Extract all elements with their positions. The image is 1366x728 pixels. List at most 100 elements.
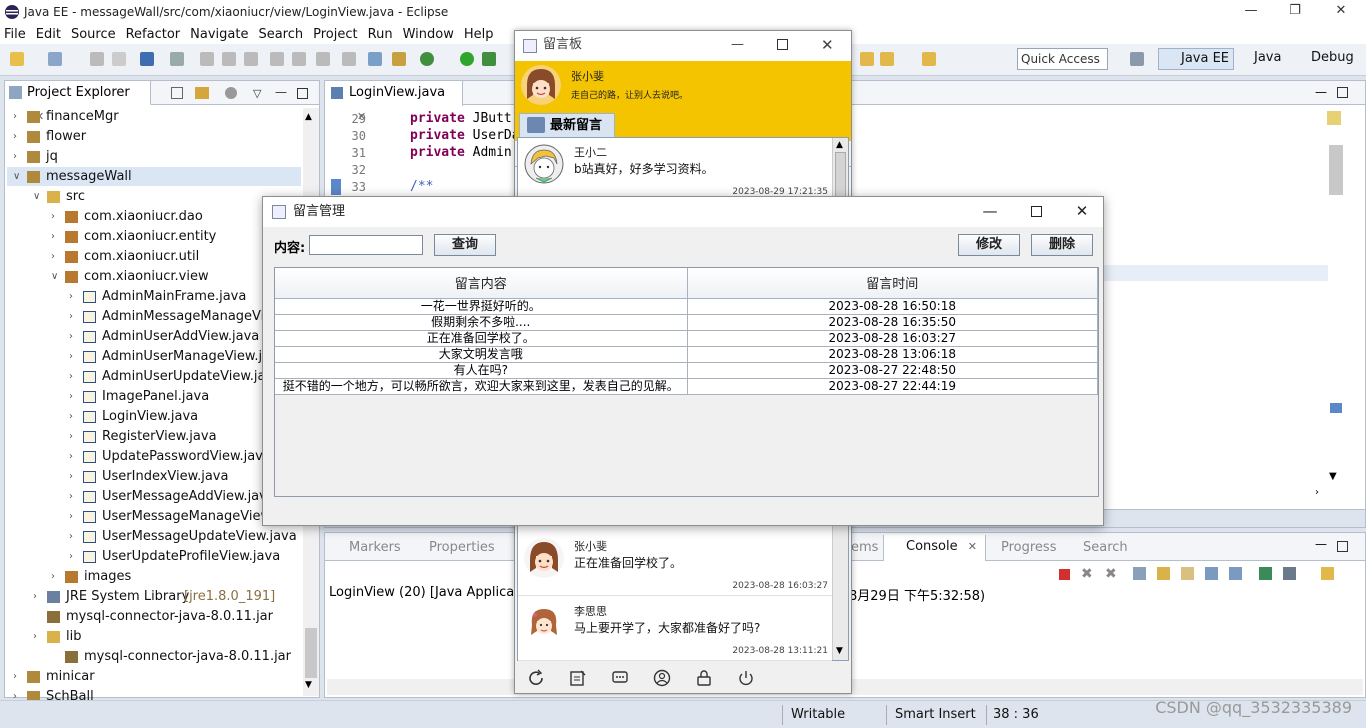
- dialog-minimize-icon[interactable]: —: [967, 197, 1013, 227]
- filters-icon[interactable]: [225, 87, 237, 99]
- prev-annotation-icon[interactable]: [860, 52, 874, 66]
- project-explorer-tab[interactable]: Project Explorer ✕: [5, 81, 151, 123]
- editor-scroll-down-icon[interactable]: ▼: [1329, 471, 1337, 482]
- cell-content[interactable]: 有人在吗?: [275, 362, 688, 379]
- expand-chevron-icon[interactable]: ›: [69, 431, 73, 442]
- expand-chevron-icon[interactable]: ›: [69, 531, 73, 542]
- expand-chevron-icon[interactable]: ›: [69, 491, 73, 502]
- menu-item-run[interactable]: Run: [368, 27, 393, 42]
- perspective-java[interactable]: Java: [1254, 50, 1281, 65]
- expand-chevron-icon[interactable]: ›: [13, 671, 17, 682]
- wall-minimize-icon[interactable]: —: [731, 31, 744, 59]
- tab-properties[interactable]: Properties: [429, 540, 495, 555]
- expand-chevron-icon[interactable]: ›: [33, 591, 37, 602]
- drop-to-frame-icon[interactable]: [342, 52, 356, 66]
- expand-chevron-icon[interactable]: ›: [69, 331, 73, 342]
- scroll-lock-icon[interactable]: [1157, 567, 1170, 580]
- run-icon[interactable]: [460, 52, 474, 66]
- save-icon[interactable]: [90, 52, 104, 66]
- scroll-up-icon[interactable]: ▲: [305, 112, 312, 122]
- back-icon[interactable]: [880, 52, 894, 66]
- menu-item-project[interactable]: Project: [313, 27, 357, 42]
- terminate-icon[interactable]: [244, 52, 258, 66]
- list-item[interactable]: 张小斐 正在准备回学校了。 2023-08-28 16:03:27: [518, 532, 832, 596]
- expand-chevron-icon[interactable]: ›: [69, 311, 73, 322]
- expand-chevron-icon[interactable]: ›: [51, 231, 55, 242]
- link-with-editor-icon[interactable]: [195, 87, 209, 99]
- cell-time[interactable]: 2023-08-27 22:48:50: [687, 362, 1098, 379]
- cell-content[interactable]: 挺不错的一个地方，可以畅所欲言，欢迎大家来到这里，发表自己的见解。: [275, 378, 688, 395]
- expand-chevron-icon[interactable]: ›: [13, 131, 17, 142]
- tab-search[interactable]: Search: [1083, 540, 1128, 555]
- expand-chevron-icon[interactable]: ›: [51, 571, 55, 582]
- forward-icon[interactable]: [922, 52, 936, 66]
- chat-icon[interactable]: [611, 669, 629, 687]
- tab-console[interactable]: Console ✕: [883, 535, 986, 561]
- expand-chevron-icon[interactable]: ›: [69, 471, 73, 482]
- console-minimize-icon[interactable]: —: [1315, 537, 1327, 551]
- save-all-icon[interactable]: [112, 52, 126, 66]
- view-menu-icon[interactable]: ▽: [253, 87, 261, 100]
- cell-time[interactable]: 2023-08-28 13:06:18: [687, 346, 1098, 363]
- cell-content[interactable]: 一花一世界挺好听的。: [275, 298, 688, 315]
- lock-icon[interactable]: [695, 669, 713, 687]
- console-icon[interactable]: [140, 52, 154, 66]
- table-row[interactable]: 一花一世界挺好听的。 2023-08-28 16:50:18: [275, 298, 1098, 315]
- skip-breakpoints-icon[interactable]: [170, 52, 184, 66]
- scroll-up-icon[interactable]: ▲: [836, 140, 843, 150]
- menu-item-window[interactable]: Window: [403, 27, 454, 42]
- suspend-icon[interactable]: [222, 52, 236, 66]
- expand-chevron-icon[interactable]: ›: [69, 391, 73, 402]
- expand-chevron-icon[interactable]: ›: [69, 371, 73, 382]
- editor-maximize-icon[interactable]: [1337, 87, 1348, 98]
- close-console-icon[interactable]: ✕: [968, 540, 977, 553]
- overview-warning-icon[interactable]: [1327, 111, 1341, 125]
- user-avatar-icon[interactable]: [521, 65, 561, 105]
- scroll-down-icon[interactable]: ▼: [305, 680, 312, 690]
- step-into-icon[interactable]: [270, 52, 284, 66]
- expand-chevron-icon[interactable]: ›: [69, 451, 73, 462]
- step-return-icon[interactable]: [316, 52, 330, 66]
- cell-content[interactable]: 假期剩余不多啦....: [275, 314, 688, 331]
- delete-button[interactable]: 删除: [1031, 234, 1093, 256]
- console-maximize-icon[interactable]: [1337, 541, 1348, 552]
- expand-chevron-icon[interactable]: ›: [13, 151, 17, 162]
- code-line[interactable]: private UserDa: [410, 128, 520, 143]
- run-menu-icon[interactable]: [482, 52, 496, 66]
- pin-console-icon[interactable]: [1259, 567, 1272, 580]
- tab-problems[interactable]: ems: [851, 540, 878, 555]
- expand-chevron-icon[interactable]: ›: [33, 631, 37, 642]
- word-wrap-icon[interactable]: [1181, 567, 1194, 580]
- menu-item-source[interactable]: Source: [71, 27, 116, 42]
- quick-access-input[interactable]: Quick Access: [1017, 48, 1108, 70]
- expand-chevron-icon[interactable]: ›: [69, 351, 73, 362]
- cell-content[interactable]: 正在准备回学校了。: [275, 330, 688, 347]
- profile-icon[interactable]: [653, 669, 671, 687]
- power-icon[interactable]: [737, 669, 755, 687]
- new-icon[interactable]: [10, 52, 24, 66]
- list-item[interactable]: 王小二 b站真好，好多学习资料。 2023-08-29 17:21:35: [518, 138, 832, 202]
- cell-time[interactable]: 2023-08-28 16:03:27: [687, 330, 1098, 347]
- expand-chevron-icon[interactable]: ›: [69, 291, 73, 302]
- remove-all-icon[interactable]: ✖: [1105, 566, 1117, 582]
- display-console-icon[interactable]: [1283, 567, 1296, 580]
- expand-chevron-icon[interactable]: ›: [51, 211, 55, 222]
- list-item[interactable]: 李思思 马上要开学了，大家都准备好了吗? 2023-08-28 13:11:21: [518, 597, 832, 661]
- menu-item-file[interactable]: File: [4, 27, 26, 42]
- code-line[interactable]: private Admin: [410, 145, 512, 160]
- open-console-icon[interactable]: [1321, 567, 1334, 580]
- expand-chevron-icon[interactable]: ›: [13, 111, 17, 122]
- expand-chevron-icon[interactable]: ›: [69, 551, 73, 562]
- cell-time[interactable]: 2023-08-28 16:50:18: [687, 298, 1098, 315]
- refresh-icon[interactable]: [527, 669, 545, 687]
- content-search-input[interactable]: [309, 235, 423, 255]
- editor-minimize-icon[interactable]: —: [1315, 85, 1327, 99]
- write-message-icon[interactable]: [569, 669, 587, 687]
- table-row[interactable]: 有人在吗? 2023-08-27 22:48:50: [275, 362, 1098, 379]
- resume-icon[interactable]: [200, 52, 214, 66]
- edit-button[interactable]: 修改: [958, 234, 1020, 256]
- maximize-view-icon[interactable]: [297, 88, 308, 99]
- column-header-content[interactable]: 留言内容: [275, 268, 688, 299]
- terminate-console-icon[interactable]: [1059, 569, 1070, 580]
- show-on-error-icon[interactable]: [1229, 567, 1242, 580]
